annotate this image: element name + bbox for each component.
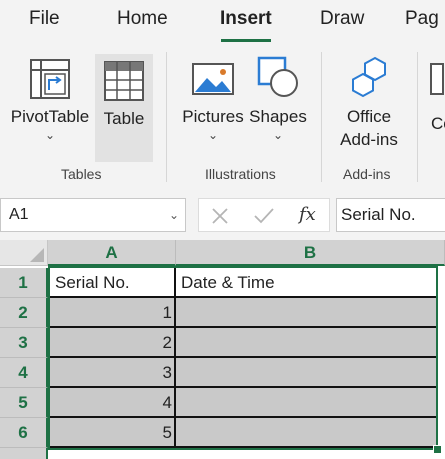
tab-draw[interactable]: Draw [320,8,364,30]
name-box-value: A1 [9,206,29,223]
cell-b3[interactable] [176,328,436,358]
cell-b5[interactable] [176,388,436,418]
tab-home[interactable]: Home [117,8,168,30]
row-header-7[interactable] [0,448,48,459]
row-header-1[interactable]: 1 [0,268,48,298]
group-label-illustrations: Illustrations [205,166,276,182]
table-button[interactable]: Table [95,54,153,162]
cell-a4[interactable]: 3 [50,358,176,388]
cell-a6[interactable]: 5 [50,418,176,448]
table-label: Table [103,109,145,128]
cell-b6[interactable] [176,418,436,448]
worksheet-grid: A B 1 2 3 4 5 6 Serial No. Date & Time 1… [0,240,445,459]
pictures-button[interactable]: Pictures ⌄ [178,52,248,156]
active-tab-indicator [221,39,271,42]
ribbon: PivotTable ⌄ Table Tables Pictures ⌄ Sha [0,46,445,190]
table-icon [104,61,144,101]
row-header-5[interactable]: 5 [0,388,48,418]
row-header-3[interactable]: 3 [0,328,48,358]
group-separator [417,52,418,182]
pivottable-label: PivotTable [10,107,90,126]
shapes-icon [257,56,298,97]
name-box[interactable]: A1 ⌄ [0,198,186,232]
charts-label: Co [431,114,445,133]
chevron-down-icon[interactable]: ⌄ [169,208,179,222]
cell-b2[interactable] [176,298,436,328]
pictures-icon [192,63,234,95]
office-addins-icon [352,56,386,98]
fill-handle[interactable] [433,445,442,454]
chart-icon [430,63,444,95]
column-header-a[interactable]: A [48,240,176,266]
group-label-tables: Tables [61,166,102,182]
cancel-icon[interactable] [211,207,229,225]
shapes-button[interactable]: Shapes ⌄ [247,52,309,156]
cell-a2[interactable]: 1 [50,298,176,328]
group-separator [166,52,167,182]
formula-bar: A1 ⌄ fx Serial No. [0,190,445,240]
formula-value: Serial No. [341,205,416,224]
cell-b4[interactable] [176,358,436,388]
chevron-down-icon: ⌄ [44,128,56,142]
tab-page-layout[interactable]: Pag [405,8,439,30]
formula-buttons: fx [198,198,330,232]
column-header-b[interactable]: B [176,240,445,266]
office-addins-label-line1: Office [346,107,392,126]
cell-a1[interactable]: Serial No. [50,268,176,298]
table-column-divider [174,268,176,448]
cell-a3[interactable]: 2 [50,328,176,358]
chevron-down-icon: ⌄ [207,128,219,142]
tab-file[interactable]: File [29,8,60,30]
row-header-2[interactable]: 2 [0,298,48,328]
group-separator [321,52,322,182]
cell-a5[interactable]: 4 [50,388,176,418]
office-addins-button[interactable]: Office Add-ins [330,52,408,156]
insert-function-icon[interactable]: fx [299,204,316,225]
pictures-label: Pictures [182,107,244,126]
select-all-triangle-icon [30,248,44,262]
enter-check-icon[interactable] [253,207,275,225]
cell-b1[interactable]: Date & Time [176,268,436,298]
charts-button[interactable]: Co [428,52,445,156]
tab-insert[interactable]: Insert [220,8,272,30]
row-header-4[interactable]: 4 [0,358,48,388]
ribbon-tabs: File Home Insert Draw Pag [0,0,445,46]
group-label-addins: Add-ins [343,166,391,182]
formula-input[interactable]: Serial No. [336,198,445,232]
pivottable-button[interactable]: PivotTable ⌄ [6,52,94,156]
select-all-button[interactable] [0,240,48,266]
office-addins-label-line2: Add-ins [340,130,398,149]
shapes-label: Shapes [249,107,307,126]
row-header-6[interactable]: 6 [0,418,48,448]
pivottable-icon [30,59,70,99]
chevron-down-icon: ⌄ [272,128,284,142]
